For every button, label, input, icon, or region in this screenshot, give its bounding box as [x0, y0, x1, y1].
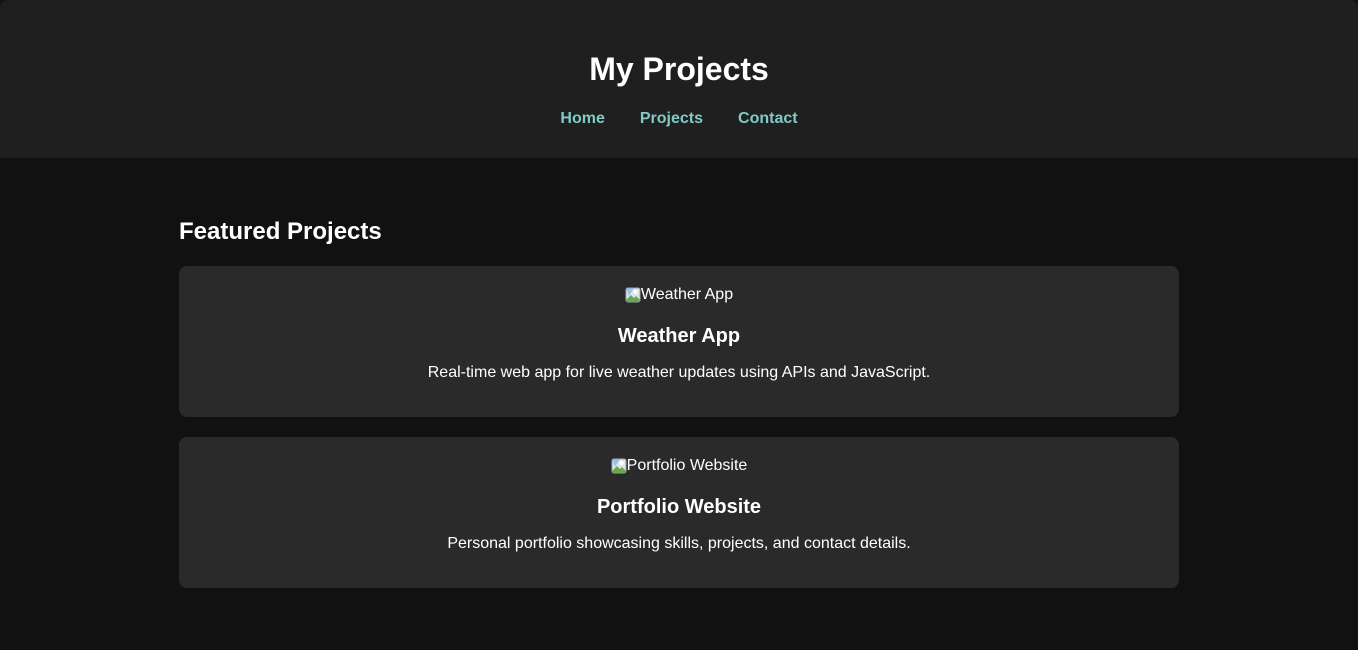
main-nav: Home Projects Contact [0, 109, 1358, 129]
project-title: Portfolio Website [596, 496, 762, 518]
project-title: Weather App [617, 325, 741, 347]
nav-link-home[interactable]: Home [560, 109, 604, 129]
main-content: Featured Projects Weather App Weather Ap… [179, 158, 1179, 588]
project-card-portfolio-website: Portfolio Website Portfolio Website Pers… [179, 437, 1179, 588]
project-image-alt-text: Weather App [640, 286, 734, 303]
project-image: Weather App [625, 285, 733, 305]
project-description: Personal portfolio showcasing skills, pr… [447, 535, 911, 552]
project-image-alt-text: Portfolio Website [626, 457, 748, 474]
broken-image-icon [625, 287, 641, 303]
project-card-weather-app: Weather App Weather App Real-time web ap… [179, 266, 1179, 417]
project-description: Real-time web app for live weather updat… [427, 364, 931, 381]
page-title: My Projects [589, 51, 769, 87]
broken-image-icon [611, 458, 627, 474]
featured-projects-heading: Featured Projects [179, 218, 382, 245]
page: My Projects Home Projects Contact Featur… [0, 0, 1358, 650]
nav-link-projects[interactable]: Projects [640, 109, 703, 129]
site-header: My Projects Home Projects Contact [0, 0, 1358, 158]
project-image: Portfolio Website [611, 456, 748, 476]
nav-link-contact[interactable]: Contact [738, 109, 798, 129]
